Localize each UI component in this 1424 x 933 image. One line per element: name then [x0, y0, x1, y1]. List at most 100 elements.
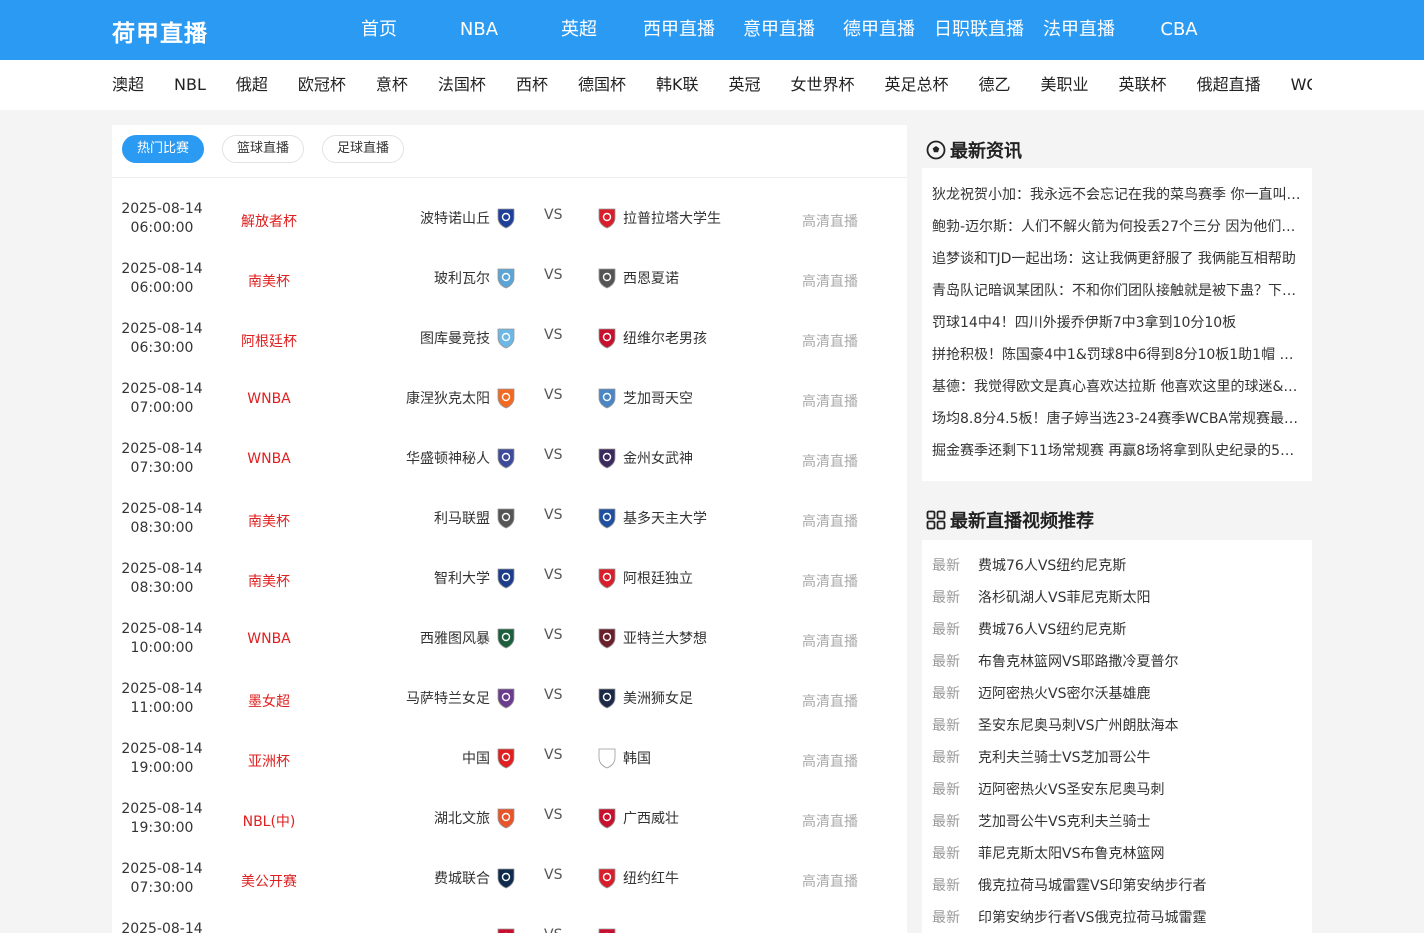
away-team[interactable]: 芝加哥天空 [595, 385, 795, 411]
league-link[interactable]: 英足总杯 [885, 60, 949, 110]
away-team[interactable]: 阿根廷独立 [595, 565, 795, 591]
away-team[interactable]: 美洲狮女足 [595, 685, 795, 711]
tab-football-live[interactable]: 足球直播 [322, 135, 405, 163]
league-link[interactable]: 欧冠杯 [298, 60, 346, 110]
live-link[interactable]: 高清直播 [802, 871, 858, 891]
league-link[interactable]: 女世界杯 [790, 60, 854, 110]
news-item[interactable]: 场均8.8分4.5板！唐子婷当选23-24赛季WCBA常规赛最… [932, 403, 1302, 435]
league-link[interactable]: 德乙 [979, 60, 1011, 110]
video-item-title[interactable]: 迈阿密热火VS圣安东尼奥马刺 [978, 774, 1164, 806]
home-team[interactable]: 玻利瓦尔 [322, 265, 518, 291]
video-item-title[interactable]: 菲尼克斯太阳VS布鲁克林篮网 [978, 838, 1164, 870]
live-link[interactable]: 高清直播 [802, 511, 858, 531]
league-link[interactable]: 澳超 [112, 60, 144, 110]
video-item[interactable]: 最新 芝加哥公牛VS克利夫兰骑士 [932, 806, 1302, 838]
away-team[interactable]: 拉普拉塔大学生 [595, 205, 795, 231]
match-league[interactable]: 解放者杯 [219, 211, 319, 231]
away-team[interactable]: 韩国 [595, 745, 795, 771]
away-team[interactable]: 金州女武神 [595, 445, 795, 471]
match-league[interactable]: WNBA [219, 631, 319, 647]
news-item[interactable]: 狄龙祝贺小加：我永远不会忘记在我的菜鸟赛季 你一直叫… [932, 179, 1302, 211]
live-link[interactable]: 高清直播 [802, 271, 858, 291]
match-league[interactable]: WNBA [219, 391, 319, 407]
match-league[interactable]: WNBA [219, 451, 319, 467]
news-item[interactable]: 青岛队记暗讽某团队：不和你们团队接触就是被下蛊？下… [932, 275, 1302, 307]
video-item[interactable]: 最新 俄克拉荷马城雷霆VS印第安纳步行者 [932, 870, 1302, 902]
video-item-title[interactable]: 洛杉矶湖人VS菲尼克斯太阳 [978, 582, 1150, 614]
video-item-title[interactable]: 印第安纳步行者VS俄克拉荷马城雷霆 [978, 902, 1206, 933]
nav-link[interactable]: CBA [1129, 0, 1229, 60]
nav-link[interactable]: 法甲直播 [1029, 0, 1129, 60]
home-team[interactable]: 波特诺山丘 [322, 205, 518, 231]
home-team[interactable]: 华盛顿神秘人 [322, 445, 518, 471]
match-row[interactable]: 2025-08-14 06:00:00 南美杯 玻利瓦尔 VS 西恩夏诺 高清直播 [112, 247, 907, 307]
home-team[interactable]: 图库曼竞技 [322, 325, 518, 351]
live-link[interactable]: 高清直播 [802, 811, 858, 831]
match-row[interactable]: 2025-08-14 08:30:00 南美杯 利马联盟 VS 基多天主大学 高清直播 [112, 487, 907, 547]
match-row[interactable]: 2025-08-14 07:30:00 WNBA 华盛顿神秘人 VS 金州女武神 高清直播 [112, 427, 907, 487]
home-team[interactable] [322, 925, 518, 933]
league-link[interactable]: 德国杯 [578, 60, 626, 110]
away-team[interactable]: 西恩夏诺 [595, 265, 795, 291]
league-link[interactable]: 法国杯 [438, 60, 486, 110]
home-team[interactable]: 马萨特兰女足 [322, 685, 518, 711]
match-row[interactable]: 2025-08-14 08:30:00 南美杯 智利大学 VS 阿根廷独立 高清直播 [112, 547, 907, 607]
nav-link[interactable]: 德甲直播 [829, 0, 929, 60]
league-link[interactable]: 美职业 [1041, 60, 1089, 110]
league-link[interactable]: 西杯 [516, 60, 548, 110]
match-row[interactable]: 2025-08-14 10:00:00 WNBA 西雅图风暴 VS 亚特兰大梦想 高清直播 [112, 607, 907, 667]
league-link[interactable]: NBL [174, 60, 206, 110]
video-item-title[interactable]: 芝加哥公牛VS克利夫兰骑士 [978, 806, 1150, 838]
video-item[interactable]: 最新 费城76人VS纽约尼克斯 [932, 550, 1302, 582]
video-item-title[interactable]: 俄克拉荷马城雷霆VS印第安纳步行者 [978, 870, 1206, 902]
video-item[interactable]: 最新 克利夫兰骑士VS芝加哥公牛 [932, 742, 1302, 774]
video-item-title[interactable]: 克利夫兰骑士VS芝加哥公牛 [978, 742, 1150, 774]
video-item-title[interactable]: 费城76人VS纽约尼克斯 [978, 550, 1126, 582]
news-item[interactable]: 掘金赛季还剩下11场常规赛 再赢8场将拿到队史纪录的58胜 [932, 435, 1302, 467]
video-item[interactable]: 最新 洛杉矶湖人VS菲尼克斯太阳 [932, 582, 1302, 614]
home-team[interactable]: 利马联盟 [322, 505, 518, 531]
live-link[interactable]: 高清直播 [802, 571, 858, 591]
home-team[interactable]: 西雅图风暴 [322, 625, 518, 651]
away-team[interactable]: 广西威壮 [595, 805, 795, 831]
league-link[interactable]: 英冠 [728, 60, 760, 110]
tab-hot-matches[interactable]: 热门比赛 [122, 135, 205, 163]
news-item[interactable]: 拼抢积极！陈国豪4中1&罚球8中6得到8分10板1助1帽 有… [932, 339, 1302, 371]
away-team[interactable]: 亚特兰大梦想 [595, 625, 795, 651]
home-team[interactable]: 费城联合 [322, 865, 518, 891]
match-row[interactable]: 2025-08-14 11:00:00 墨女超 马萨特兰女足 VS 美洲狮女足 高清直播 [112, 667, 907, 727]
away-team[interactable] [595, 925, 795, 933]
league-link[interactable]: 韩K联 [656, 60, 699, 110]
match-row[interactable]: 2025-08-14 07:30:00 美公开赛 费城联合 VS 纽约红牛 高清直播 [112, 847, 907, 907]
video-item[interactable]: 最新 布鲁克林篮网VS耶路撒冷夏普尔 [932, 646, 1302, 678]
news-item[interactable]: 鲍勃-迈尔斯：人们不解火箭为何投丢27个三分 因为他们… [932, 211, 1302, 243]
live-link[interactable]: 高清直播 [802, 391, 858, 411]
match-league[interactable]: 南美杯 [219, 571, 319, 591]
video-item-title[interactable]: 迈阿密热火VS密尔沃基雄鹿 [978, 678, 1150, 710]
league-link[interactable]: 俄超直播 [1197, 60, 1261, 110]
video-item[interactable]: 最新 迈阿密热火VS密尔沃基雄鹿 [932, 678, 1302, 710]
live-link[interactable]: 高清直播 [802, 211, 858, 231]
match-league[interactable]: 墨女超 [219, 691, 319, 711]
match-row[interactable]: 2025-08-14 19:00:00 亚洲杯 中国 VS 韩国 高清直播 [112, 727, 907, 787]
nav-link[interactable]: 日职联直播 [929, 0, 1029, 60]
league-link[interactable]: 俄超 [236, 60, 268, 110]
video-item[interactable]: 最新 费城76人VS纽约尼克斯 [932, 614, 1302, 646]
video-item[interactable]: 最新 迈阿密热火VS圣安东尼奥马刺 [932, 774, 1302, 806]
live-link[interactable]: 高清直播 [802, 631, 858, 651]
nav-link[interactable]: 意甲直播 [729, 0, 829, 60]
match-league[interactable]: 阿根廷杯 [219, 331, 319, 351]
match-row[interactable]: 2025-08-14 06:30:00 阿根廷杯 图库曼竞技 VS 纽维尔老男孩 高清直播 [112, 307, 907, 367]
away-team[interactable]: 纽约红牛 [595, 865, 795, 891]
live-link[interactable]: 高清直播 [802, 451, 858, 471]
tab-basketball-live[interactable]: 篮球直播 [222, 135, 305, 163]
video-item-title[interactable]: 费城76人VS纽约尼克斯 [978, 614, 1126, 646]
nav-link[interactable]: NBA [429, 0, 529, 60]
home-team[interactable]: 湖北文旅 [322, 805, 518, 831]
video-item[interactable]: 最新 印第安纳步行者VS俄克拉荷马城雷霆 [932, 902, 1302, 933]
match-league[interactable]: 美公开赛 [219, 871, 319, 891]
nav-link[interactable]: 首页 [329, 0, 429, 60]
live-link[interactable]: 高清直播 [802, 331, 858, 351]
video-item[interactable]: 最新 菲尼克斯太阳VS布鲁克林篮网 [932, 838, 1302, 870]
match-league[interactable]: NBL(中) [219, 811, 319, 831]
